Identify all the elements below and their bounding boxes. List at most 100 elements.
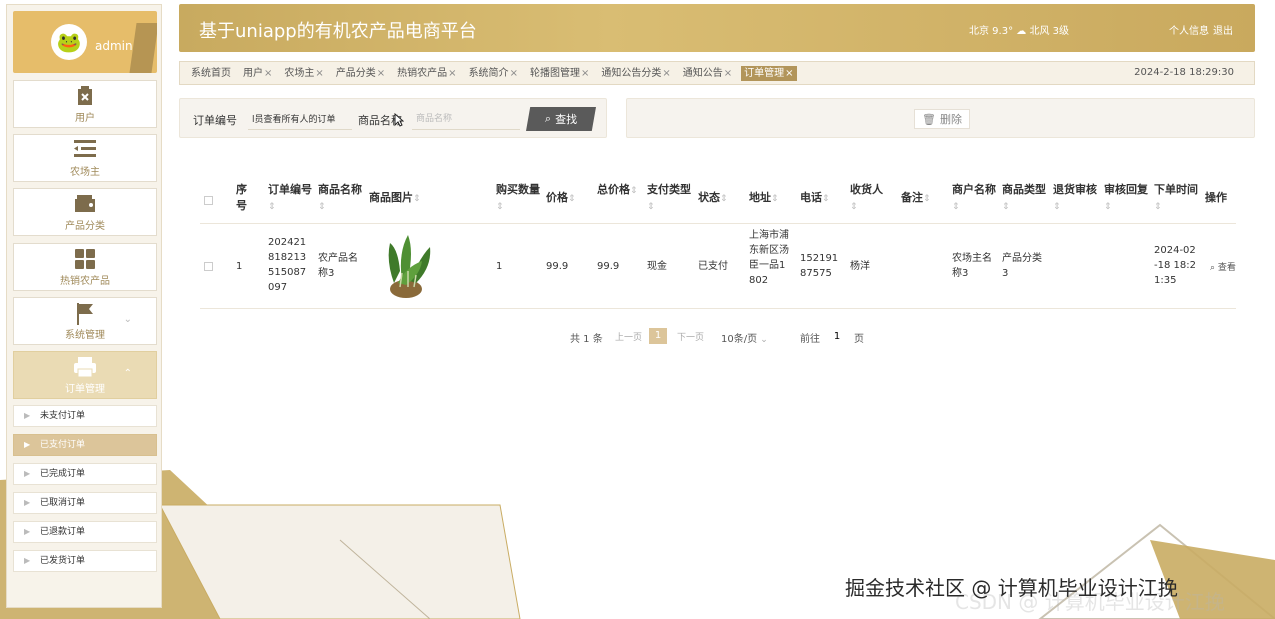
col-phone[interactable]: 电话⇕ <box>800 190 846 207</box>
profile-link[interactable]: 个人信息 <box>1169 26 1209 37</box>
sidebar-item-user[interactable]: 用户 <box>13 80 157 128</box>
cell-index: 1 <box>236 261 243 272</box>
col-index[interactable]: 序号 <box>236 182 256 214</box>
close-icon[interactable]: × <box>510 68 518 79</box>
col-order-time[interactable]: 下单时间⇕ <box>1154 182 1200 215</box>
product-name-input[interactable] <box>412 108 520 130</box>
sidebar-item-label: 用户 <box>75 112 95 124</box>
view-button[interactable]: ⌕ 查看 <box>1210 260 1236 273</box>
col-quantity[interactable]: 购买数量⇕ <box>496 182 542 215</box>
prev-page-button[interactable]: 上一页 <box>615 330 642 343</box>
page-size-label: 10条/页 <box>721 334 758 345</box>
current-datetime: 2024-2-18 18:29:30 <box>1134 67 1234 78</box>
product-image[interactable] <box>380 231 434 299</box>
goto-page-input[interactable] <box>824 328 850 344</box>
select-all-checkbox[interactable] <box>204 196 213 205</box>
col-product-name[interactable]: 商品名称⇕ <box>318 182 364 215</box>
caret-right-icon: ▶ <box>24 498 31 507</box>
tab-label: 通知公告分类 <box>601 68 662 79</box>
sub-item-label: 未支付订单 <box>40 411 86 421</box>
col-pay-type[interactable]: 支付类型⇕ <box>647 182 693 215</box>
sidebar-subitem-cancelled[interactable]: ▶ 已取消订单 <box>13 492 157 514</box>
cell-phone: 15219187575 <box>800 253 839 279</box>
list-icon <box>73 139 97 161</box>
page-size-select[interactable]: 10条/页 ⌄ <box>721 330 768 345</box>
sidebar-subitem-unpaid[interactable]: ▶ 未支付订单 <box>13 405 157 427</box>
row-checkbox[interactable] <box>204 262 213 271</box>
sub-item-label: 已取消订单 <box>40 498 86 508</box>
tab-label: 农场主 <box>284 68 315 79</box>
grid-icon <box>73 248 97 270</box>
tab-8[interactable]: 通知公告× <box>680 66 735 81</box>
chevron-up-icon: ⌃ <box>123 368 132 379</box>
sidebar-item-product-category[interactable]: 产品分类 <box>13 188 157 236</box>
sidebar-item-hot-products[interactable]: 热销农产品 <box>13 243 157 291</box>
sidebar-subitem-paid[interactable]: ▶ 已支付订单 <box>13 434 157 456</box>
tab-5[interactable]: 系统简介× <box>466 66 521 81</box>
close-icon[interactable]: × <box>315 68 323 79</box>
sidebar-item-farmer[interactable]: 农场主 <box>13 134 157 182</box>
page-number-1[interactable]: 1 <box>649 328 667 344</box>
chevron-down-icon: ⌄ <box>760 335 768 345</box>
col-remark[interactable]: 备注⇕ <box>901 190 947 207</box>
close-icon[interactable]: × <box>448 68 456 79</box>
orders-table: 序号 订单编号⇕ 商品名称⇕ 商品图片⇕ 购买数量⇕ 价格⇕ 总价格⇕ 支付类型… <box>200 178 1236 309</box>
tab-label: 用户 <box>243 68 263 79</box>
search-button[interactable]: ⌕ 查找 <box>526 107 596 131</box>
sub-item-label: 已完成订单 <box>40 469 86 479</box>
sub-item-label: 已退款订单 <box>40 527 86 537</box>
username: admin <box>95 39 133 53</box>
col-price[interactable]: 价格⇕ <box>546 190 592 207</box>
cell-receiver: 杨洋 <box>850 261 870 272</box>
table-row: 1 202421818213515087097 农产品名称3 1 99.9 99… <box>200 225 1236 309</box>
col-total[interactable]: 总价格⇕ <box>597 182 643 199</box>
wallet-icon <box>73 193 97 215</box>
tab-9[interactable]: 订单管理× <box>741 66 797 81</box>
col-order-no[interactable]: 订单编号⇕ <box>268 182 314 215</box>
col-receiver[interactable]: 收货人 ⇕ <box>850 182 896 215</box>
tab-6[interactable]: 轮播图管理× <box>527 66 592 81</box>
tab-7[interactable]: 通知公告分类× <box>598 66 673 81</box>
search-panel: 订单编号 商品名称 ⌕ 查找 <box>179 98 607 138</box>
col-refund-review[interactable]: 退货审核⇕ <box>1053 182 1099 215</box>
sidebar-subitem-completed[interactable]: ▶ 已完成订单 <box>13 463 157 485</box>
close-icon[interactable]: × <box>377 68 385 79</box>
col-product-image[interactable]: 商品图片⇕ <box>369 190 449 207</box>
cell-address: 上海市浦东新区汤臣一品1802 <box>749 230 789 286</box>
col-merchant-name[interactable]: 商户名称⇕ <box>952 182 998 215</box>
cell-product-type: 产品分类3 <box>1002 253 1042 279</box>
tab-1[interactable]: 用户× <box>240 66 275 81</box>
search-icon: ⌕ <box>544 112 552 125</box>
sidebar-item-orders[interactable]: 订单管理 ⌃ <box>13 351 157 399</box>
delete-button-label: 删除 <box>939 113 962 126</box>
profile-card[interactable]: 🐸 admin <box>13 11 157 73</box>
caret-right-icon: ▶ <box>24 469 31 478</box>
next-page-button[interactable]: 下一页 <box>677 330 704 343</box>
close-icon[interactable]: × <box>662 68 670 79</box>
sidebar-subitem-refunded[interactable]: ▶ 已退款订单 <box>13 521 157 543</box>
tab-2[interactable]: 农场主× <box>281 66 326 81</box>
sidebar-subitem-shipped[interactable]: ▶ 已发货订单 <box>13 550 157 572</box>
cell-merchant-name: 农场主名称3 <box>952 253 992 279</box>
user-links: 个人信息 退出 <box>1165 22 1233 37</box>
logout-link[interactable]: 退出 <box>1213 26 1233 37</box>
sidebar-item-system[interactable]: 系统管理 ⌄ <box>13 297 157 345</box>
col-review-reply[interactable]: 审核回复⇕ <box>1104 182 1150 215</box>
weather-info: 北京 9.3° ☁ 北风 3级 <box>969 26 1069 37</box>
order-no-input[interactable] <box>248 108 352 130</box>
close-icon[interactable]: × <box>581 68 589 79</box>
close-icon[interactable]: × <box>724 68 732 79</box>
close-icon[interactable]: × <box>785 68 793 79</box>
col-status[interactable]: 状态⇕ <box>698 190 744 207</box>
caret-right-icon: ▶ <box>24 556 31 565</box>
mouse-cursor-icon <box>394 112 405 131</box>
delete-button[interactable]: 🗑 删除 <box>914 109 970 129</box>
col-product-type[interactable]: 商品类型⇕ <box>1002 182 1048 215</box>
col-address[interactable]: 地址⇕ <box>749 190 795 207</box>
tab-3[interactable]: 产品分类× <box>333 66 388 81</box>
tab-4[interactable]: 热销农产品× <box>394 66 459 81</box>
close-icon[interactable]: × <box>264 68 272 79</box>
cell-total: 99.9 <box>597 261 620 272</box>
caret-right-icon: ▶ <box>24 411 31 420</box>
tab-0[interactable]: 系统首页 <box>188 66 234 81</box>
